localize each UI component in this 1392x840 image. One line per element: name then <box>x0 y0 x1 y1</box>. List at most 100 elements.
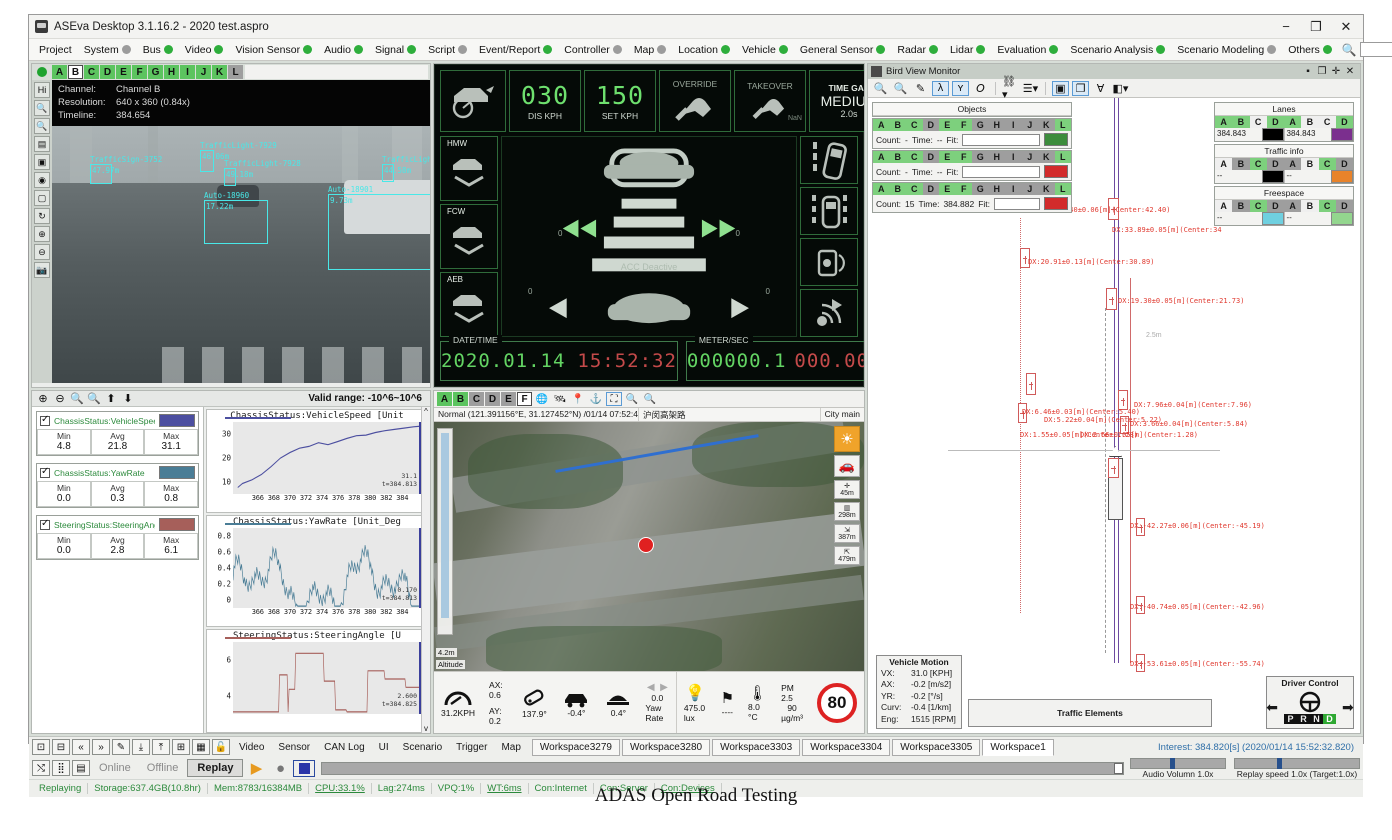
menu-item-map[interactable]: Map <box>628 42 672 58</box>
letter-cell-G[interactable]: G <box>972 183 989 195</box>
map-channel-A[interactable]: A <box>437 392 452 406</box>
snapshot-region-icon[interactable]: ▢ <box>34 190 50 206</box>
gear-R[interactable]: R <box>1297 714 1310 724</box>
lower-icon[interactable]: ⬇ <box>121 392 135 406</box>
scale-298m[interactable]: ▥ 298m <box>834 502 860 521</box>
window-icon[interactable]: ❐ <box>1072 80 1089 96</box>
export-icon[interactable]: ⤒ <box>152 739 170 755</box>
menu-item-radar[interactable]: Radar <box>891 42 944 58</box>
replay-speed-slider[interactable] <box>1234 757 1360 769</box>
replay-button[interactable]: Replay <box>187 759 244 777</box>
bv-close-button[interactable]: ✕ <box>1343 66 1357 77</box>
letter-cell-D[interactable]: D <box>1266 200 1284 212</box>
map-channel-D[interactable]: D <box>485 392 500 406</box>
video-channel-H[interactable]: H <box>164 65 179 79</box>
letter-cell-E[interactable]: E <box>939 183 956 195</box>
letter-cell-L[interactable]: L <box>1054 183 1071 195</box>
signal-color-swatch[interactable] <box>159 518 195 531</box>
link-icon[interactable]: ⛓▾ <box>1002 76 1019 101</box>
prev-icon[interactable]: « <box>72 739 90 755</box>
fork-icon[interactable]: ʏ <box>952 80 969 96</box>
bv-float-button[interactable]: ✛ <box>1329 66 1343 77</box>
letter-cell-B[interactable]: B <box>1232 158 1250 170</box>
letter-cell-L[interactable]: L <box>1054 151 1071 163</box>
lambda-icon[interactable]: λ <box>932 80 949 96</box>
letter-cell-F[interactable]: F <box>955 119 972 131</box>
letter-cell-A[interactable]: A <box>873 119 890 131</box>
letter-cell-K[interactable]: K <box>1038 151 1055 163</box>
menu-item-system[interactable]: System <box>78 42 137 58</box>
letter-cell-D[interactable]: D <box>1335 116 1353 128</box>
map-channel-B[interactable]: B <box>453 392 468 406</box>
plus-icon[interactable]: ⊕ <box>34 226 50 242</box>
letter-cell-C[interactable]: C <box>906 151 923 163</box>
menu-item-video[interactable]: Video <box>179 42 230 58</box>
video-channel-K[interactable]: K <box>212 65 227 79</box>
letter-cell-J[interactable]: J <box>1021 119 1038 131</box>
video-channel-C[interactable]: C <box>84 65 99 79</box>
no-satellite-icon[interactable]: 🛰 <box>552 392 568 406</box>
unlock-icon[interactable]: 🔓 <box>212 739 230 755</box>
menu-item-scenario-modeling[interactable]: Scenario Modeling <box>1171 42 1282 58</box>
online-button[interactable]: Online <box>92 762 138 774</box>
letter-cell-C[interactable]: C <box>1249 116 1267 128</box>
letter-cell-C[interactable]: C <box>1318 116 1336 128</box>
zoom-in-icon[interactable]: 🔍 <box>872 81 889 96</box>
timeline-scrubber[interactable] <box>321 761 1124 775</box>
letter-cell-I[interactable]: I <box>1005 183 1022 195</box>
box-icon[interactable]: ▤ <box>72 760 90 776</box>
magnify-in-icon[interactable]: 🔍 <box>70 392 84 406</box>
pointer-icon[interactable]: ◉ <box>34 172 50 188</box>
letter-cell-H[interactable]: H <box>988 183 1005 195</box>
letter-cell-D[interactable]: D <box>1335 158 1353 170</box>
letter-cell-A[interactable]: A <box>873 151 890 163</box>
letter-cell-D[interactable]: D <box>1335 200 1353 212</box>
menu-item-audio[interactable]: Audio <box>318 42 369 58</box>
menu-item-signal[interactable]: Signal <box>369 42 422 58</box>
workspace-tab-workspace3279[interactable]: Workspace3279 <box>531 738 620 756</box>
map-channel-E[interactable]: E <box>501 392 516 406</box>
video-channel-A[interactable]: A <box>52 65 67 79</box>
letter-cell-A[interactable]: A <box>1284 200 1302 212</box>
letter-cell-J[interactable]: J <box>1021 151 1038 163</box>
panel-tab-can-log[interactable]: CAN Log <box>317 740 372 755</box>
panel-tab-trigger[interactable]: Trigger <box>449 740 494 755</box>
row-color-swatch[interactable] <box>1044 133 1068 146</box>
menu-item-location[interactable]: Location <box>672 42 736 58</box>
letter-cell-F[interactable]: F <box>955 183 972 195</box>
menu-item-others[interactable]: Others <box>1282 42 1338 58</box>
shuffle-icon[interactable]: ⤭ <box>32 760 50 776</box>
letter-cell-D[interactable]: D <box>922 119 939 131</box>
save-icon[interactable]: ▣ <box>1052 80 1069 96</box>
signal-color-swatch[interactable] <box>159 466 195 479</box>
map-canvas[interactable]: 4.2m Altitude ☀ 🚗 ✛ 45m ▥ 298m ⇲ 387m ⇱ 479m <box>434 422 864 671</box>
camera-icon[interactable]: 📷 <box>34 262 50 278</box>
workspace-tab-workspace3280[interactable]: Workspace3280 <box>622 738 711 756</box>
letter-cell-B[interactable]: B <box>1301 200 1319 212</box>
filter-icon[interactable]: ∀ <box>1092 81 1109 96</box>
offline-button[interactable]: Offline <box>140 762 186 774</box>
maximize-button[interactable]: ❐ <box>1301 16 1331 38</box>
list-icon[interactable]: ☰▾ <box>1022 81 1039 96</box>
bird-view-canvas[interactable]: 2.5m DX:40.40±0.06[m](Center:42.40) DX:33… <box>868 98 1360 733</box>
menu-item-vision-sensor[interactable]: Vision Sensor <box>229 42 318 58</box>
fit-input[interactable] <box>962 133 1040 146</box>
letter-cell-G[interactable]: G <box>972 119 989 131</box>
color-1[interactable] <box>1261 170 1284 183</box>
gear-D[interactable]: D <box>1323 714 1336 724</box>
letter-cell-C[interactable]: C <box>1249 158 1267 170</box>
fit-input[interactable] <box>994 197 1040 210</box>
refresh-icon[interactable]: ↻ <box>34 208 50 224</box>
rotate-icon[interactable]: 𝘖 <box>972 81 989 96</box>
zoom-out-icon[interactable]: 🔍 <box>892 81 909 96</box>
video-channel-G[interactable]: G <box>148 65 163 79</box>
scroll-up-icon[interactable]: ^ <box>422 407 430 416</box>
letter-cell-B[interactable]: B <box>889 151 906 163</box>
next-icon[interactable]: » <box>92 739 110 755</box>
letter-cell-D[interactable]: D <box>922 151 939 163</box>
color-1[interactable] <box>1261 212 1284 225</box>
fill-icon[interactable]: ◧▾ <box>1112 81 1129 96</box>
search-icon[interactable]: 🔍 <box>1342 43 1357 57</box>
video-channel-B[interactable]: B <box>68 65 83 79</box>
anchor-icon[interactable]: ⚓ <box>588 392 604 406</box>
